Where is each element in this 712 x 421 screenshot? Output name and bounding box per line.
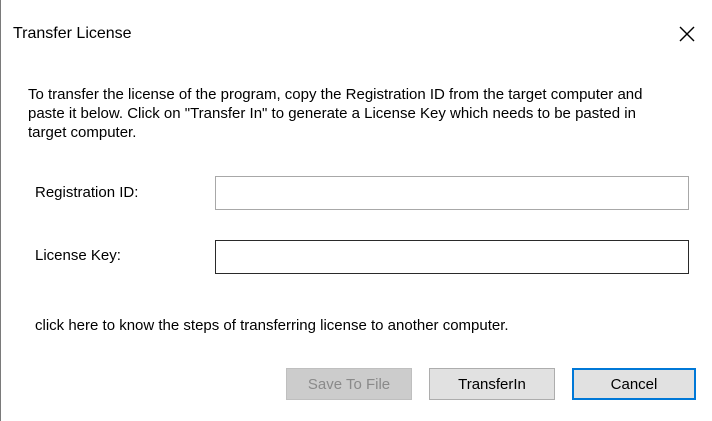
transfer-license-dialog: Transfer License To transfer the license…: [0, 0, 712, 421]
registration-id-input[interactable]: [215, 176, 689, 210]
transfer-in-button[interactable]: TransferIn: [429, 368, 555, 400]
close-icon: [679, 26, 695, 42]
window-left-border: [0, 0, 1, 421]
transfer-steps-help-link[interactable]: click here to know the steps of transfer…: [35, 316, 509, 336]
license-key-input[interactable]: [215, 240, 689, 274]
registration-id-label: Registration ID:: [35, 184, 139, 201]
window-title: Transfer License: [13, 25, 132, 42]
instructions-text: To transfer the license of the program, …: [28, 86, 643, 141]
cancel-button[interactable]: Cancel: [572, 368, 696, 400]
title-bar: Transfer License: [1, 0, 712, 60]
save-to-file-button: Save To File: [286, 368, 412, 400]
license-key-label: License Key:: [35, 247, 121, 264]
close-button[interactable]: [665, 16, 709, 52]
